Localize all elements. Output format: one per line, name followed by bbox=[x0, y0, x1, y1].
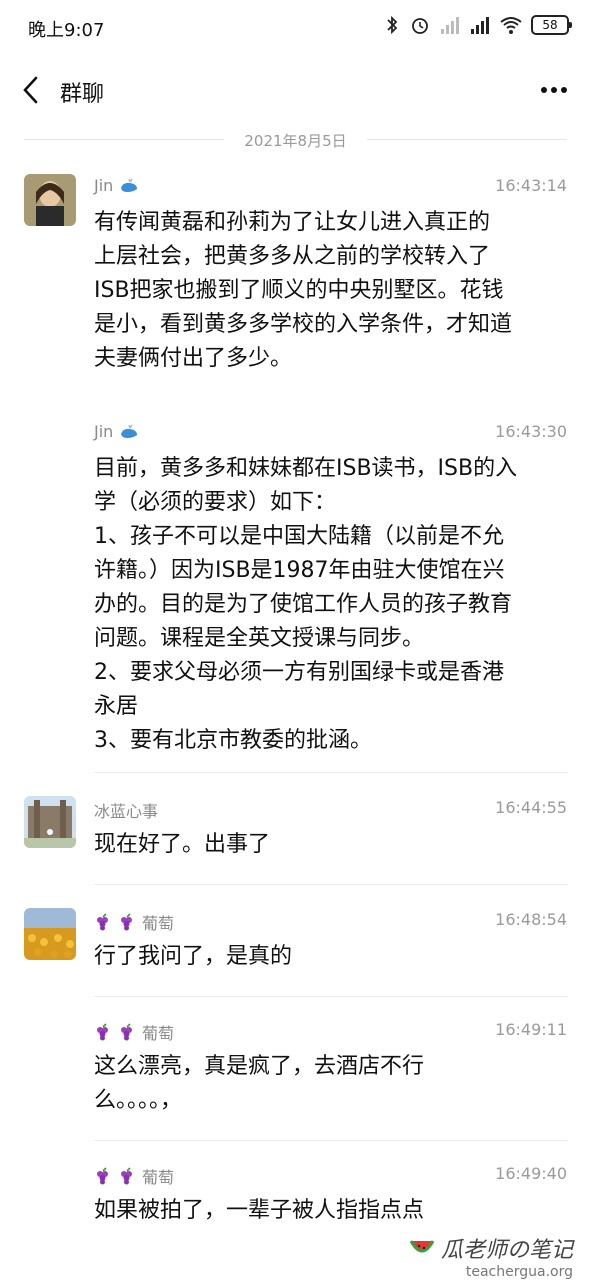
watermark-title: 瓜老师の笔记 bbox=[409, 1232, 573, 1264]
page-title: 群聊 bbox=[60, 82, 105, 107]
message-text: 这么漂亮，真是疯了，去酒店不行 么。。。。， bbox=[94, 1054, 425, 1113]
chat-header: 群聊 bbox=[0, 60, 591, 120]
date-label: 2021年8月5日 bbox=[244, 132, 347, 150]
message-timestamp: 16:43:14 bbox=[495, 176, 567, 195]
chevron-left-icon[interactable] bbox=[20, 74, 42, 106]
sender-label: Jin bbox=[94, 422, 114, 441]
message-divider bbox=[94, 884, 567, 885]
sender-label: Jin bbox=[94, 176, 114, 195]
sender-name: 葡萄 bbox=[94, 1020, 174, 1044]
avatar[interactable] bbox=[24, 908, 76, 960]
avatar-image bbox=[24, 908, 76, 960]
avatar[interactable] bbox=[24, 174, 76, 226]
grape-emoji-icon bbox=[121, 1023, 132, 1041]
sender-name: 冰蓝心事 bbox=[94, 798, 158, 822]
status-bar: 晚上9:07 58 bbox=[0, 0, 591, 56]
alarm-icon bbox=[412, 18, 428, 34]
wifi-icon bbox=[500, 17, 522, 34]
more-dots-icon[interactable] bbox=[539, 80, 569, 100]
sender-name: 葡萄 bbox=[94, 1164, 174, 1188]
message-text: 如果被拍了，一辈子被人指指点点 bbox=[94, 1198, 425, 1223]
message-timestamp: 16:44:55 bbox=[495, 798, 567, 817]
message-timestamp: 16:49:11 bbox=[495, 1020, 567, 1039]
message-timestamp: 16:43:30 bbox=[495, 422, 567, 441]
avatar[interactable] bbox=[24, 796, 76, 848]
watermark: 瓜老师の笔记 teachergua.org bbox=[409, 1232, 573, 1280]
sender-label: 冰蓝心事 bbox=[94, 802, 159, 821]
divider-line bbox=[367, 139, 567, 140]
sender-label: 葡萄 bbox=[142, 1024, 175, 1043]
status-time: 晚上9:07 bbox=[28, 20, 105, 41]
whale-emoji-icon bbox=[121, 178, 138, 192]
message-timestamp: 16:48:54 bbox=[495, 910, 567, 929]
whale-emoji-icon bbox=[121, 424, 138, 438]
grape-emoji-icon bbox=[121, 913, 132, 931]
signal-1-icon bbox=[441, 17, 459, 34]
message-divider bbox=[94, 1140, 567, 1141]
status-icons: 58 bbox=[383, 14, 572, 36]
message-text: 目前，黄多多和妹妹都在ISB读书，ISB的入 学（必须的要求）如下： 1、孩子不… bbox=[94, 456, 518, 753]
message-divider bbox=[94, 772, 567, 773]
message-timestamp: 16:49:40 bbox=[495, 1164, 567, 1183]
message-text: 行了我问了，是真的 bbox=[94, 944, 293, 969]
sender-name: Jin bbox=[94, 176, 139, 195]
grape-emoji-icon bbox=[97, 1167, 108, 1185]
sender-name: Jin bbox=[94, 422, 139, 441]
grape-emoji-icon bbox=[97, 1023, 108, 1041]
battery-indicator: 58 bbox=[531, 15, 572, 35]
watermark-title-text: 瓜老师の笔记 bbox=[440, 1238, 573, 1263]
sender-name: 葡萄 bbox=[94, 910, 174, 934]
grape-emoji-icon bbox=[97, 913, 108, 931]
date-divider: 2021年8月5日 bbox=[0, 124, 591, 156]
avatar-image bbox=[24, 796, 76, 848]
sender-label: 葡萄 bbox=[142, 914, 175, 933]
message-divider bbox=[94, 996, 567, 997]
bluetooth-icon bbox=[387, 15, 398, 35]
sender-label: 葡萄 bbox=[142, 1168, 175, 1187]
grape-emoji-icon bbox=[121, 1167, 132, 1185]
avatar-image bbox=[24, 174, 76, 226]
signal-hd-icon bbox=[471, 17, 489, 34]
message-text: 现在好了。出事了 bbox=[94, 832, 271, 857]
watermark-site: teachergua.org bbox=[465, 1264, 573, 1280]
message-text: 有传闻黄磊和孙莉为了让女儿进入真正的 上层社会，把黄多多从之前的学校转入了 IS… bbox=[94, 210, 513, 371]
watermelon-icon bbox=[409, 1240, 435, 1253]
